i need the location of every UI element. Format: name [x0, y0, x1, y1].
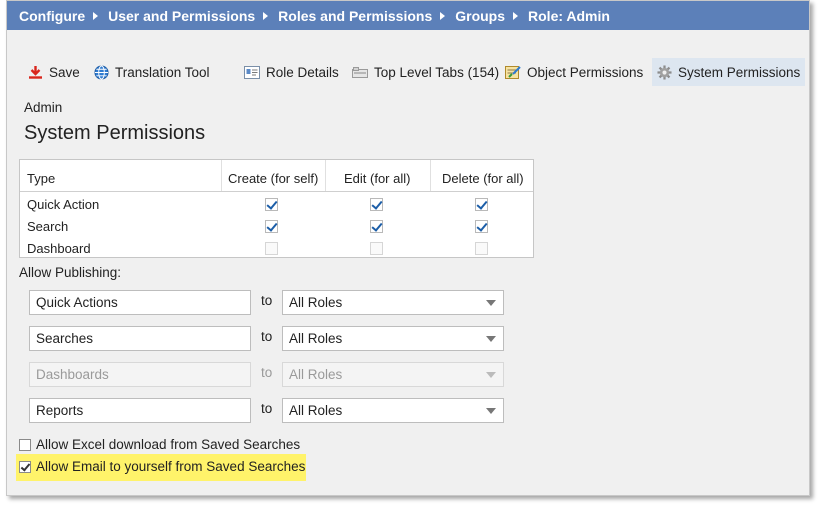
- publishing-roles-select[interactable]: All Roles: [282, 326, 504, 351]
- system-permissions-button[interactable]: System Permissions: [652, 58, 806, 86]
- delete-checkbox[interactable]: [475, 219, 488, 233]
- publishing-roles-select: All Roles: [282, 362, 504, 387]
- publishing-item-field: Dashboards: [29, 362, 251, 387]
- edit-checkbox[interactable]: [370, 197, 383, 211]
- excel-download-label: Allow Excel download from Saved Searches: [36, 437, 301, 452]
- role-details-label: Role Details: [266, 64, 339, 80]
- breadcrumb: Configure User and Permissions Roles and…: [7, 1, 809, 30]
- chevron-down-icon: [486, 372, 496, 378]
- table-row: Quick Action: [20, 193, 533, 215]
- tabs-icon: [352, 66, 368, 78]
- create-checkbox[interactable]: [265, 197, 278, 211]
- edit-checkbox[interactable]: [370, 241, 383, 255]
- to-label: to: [261, 329, 273, 344]
- toolbar: Save Translation Tool Role Details Top L…: [7, 58, 809, 86]
- chevron-down-icon: [486, 300, 496, 306]
- breadcrumb-roles-and-permissions[interactable]: Roles and Permissions: [278, 8, 432, 24]
- chevron-right-icon: [263, 11, 269, 20]
- create-checkbox[interactable]: [265, 219, 278, 233]
- publishing-item-field[interactable]: Reports: [29, 398, 251, 423]
- table-row: Dashboard: [20, 237, 533, 259]
- publishing-roles-value: All Roles: [289, 403, 343, 418]
- publishing-roles-select[interactable]: All Roles: [282, 290, 504, 315]
- top-level-tabs-label: Top Level Tabs (154): [374, 64, 500, 80]
- role-name: Admin: [24, 100, 63, 115]
- header-delete: Delete (for all): [442, 171, 524, 186]
- role-details-button[interactable]: Role Details: [244, 58, 339, 86]
- publishing-roles-select[interactable]: All Roles: [282, 398, 504, 423]
- chevron-right-icon: [93, 11, 99, 20]
- chevron-right-icon: [513, 11, 519, 20]
- save-label: Save: [49, 64, 80, 80]
- publishing-item-field[interactable]: Quick Actions: [29, 290, 251, 315]
- breadcrumb-user-and-permissions[interactable]: User and Permissions: [108, 8, 255, 24]
- id-card-icon: [244, 65, 260, 79]
- publishing-roles-value: All Roles: [289, 367, 343, 382]
- gear-icon: [657, 64, 672, 80]
- delete-checkbox[interactable]: [475, 197, 488, 211]
- breadcrumb-role-admin[interactable]: Role: Admin: [528, 8, 610, 24]
- create-checkbox[interactable]: [265, 241, 278, 255]
- publishing-roles-value: All Roles: [289, 295, 343, 310]
- permissions-table: Type Create (for self) Edit (for all) De…: [19, 159, 534, 258]
- object-permissions-icon: [505, 65, 521, 79]
- table-row: Search: [20, 215, 533, 237]
- header-type: Type: [27, 171, 56, 186]
- header-edit: Edit (for all): [344, 171, 411, 186]
- publishing-item-field[interactable]: Searches: [29, 326, 251, 351]
- object-permissions-button[interactable]: Object Permissions: [505, 58, 643, 86]
- chevron-down-icon: [486, 408, 496, 414]
- allow-publishing-label: Allow Publishing:: [19, 265, 122, 280]
- object-permissions-label: Object Permissions: [527, 64, 644, 80]
- breadcrumb-groups[interactable]: Groups: [455, 8, 505, 24]
- to-label: to: [261, 293, 273, 308]
- translation-tool-button[interactable]: Translation Tool: [94, 58, 210, 86]
- system-permissions-label: System Permissions: [678, 64, 801, 80]
- top-level-tabs-button[interactable]: Top Level Tabs (154): [352, 58, 499, 86]
- breadcrumb-configure[interactable]: Configure: [19, 8, 85, 24]
- chevron-down-icon: [486, 336, 496, 342]
- chevron-right-icon: [440, 11, 446, 20]
- window-frame: Configure User and Permissions Roles and…: [6, 0, 810, 496]
- row-type-label: Dashboard: [27, 240, 91, 256]
- publishing-roles-value: All Roles: [289, 331, 343, 346]
- translation-tool-label: Translation Tool: [115, 64, 210, 80]
- to-label: to: [261, 365, 273, 380]
- email-yourself-checkbox[interactable]: [19, 461, 31, 473]
- edit-checkbox[interactable]: [370, 219, 383, 233]
- excel-download-checkbox[interactable]: [19, 439, 31, 451]
- delete-checkbox[interactable]: [475, 241, 488, 255]
- table-header-row: Type Create (for self) Edit (for all) De…: [20, 166, 533, 192]
- header-create: Create (for self): [228, 171, 319, 186]
- to-label: to: [261, 401, 273, 416]
- globe-icon: [94, 64, 109, 80]
- save-button[interactable]: Save: [28, 58, 80, 86]
- row-type-label: Quick Action: [27, 196, 100, 212]
- download-save-icon: [29, 66, 42, 79]
- row-type-label: Search: [27, 218, 69, 234]
- email-yourself-label: Allow Email to yourself from Saved Searc…: [36, 459, 306, 474]
- page-title: System Permissions: [24, 122, 206, 144]
